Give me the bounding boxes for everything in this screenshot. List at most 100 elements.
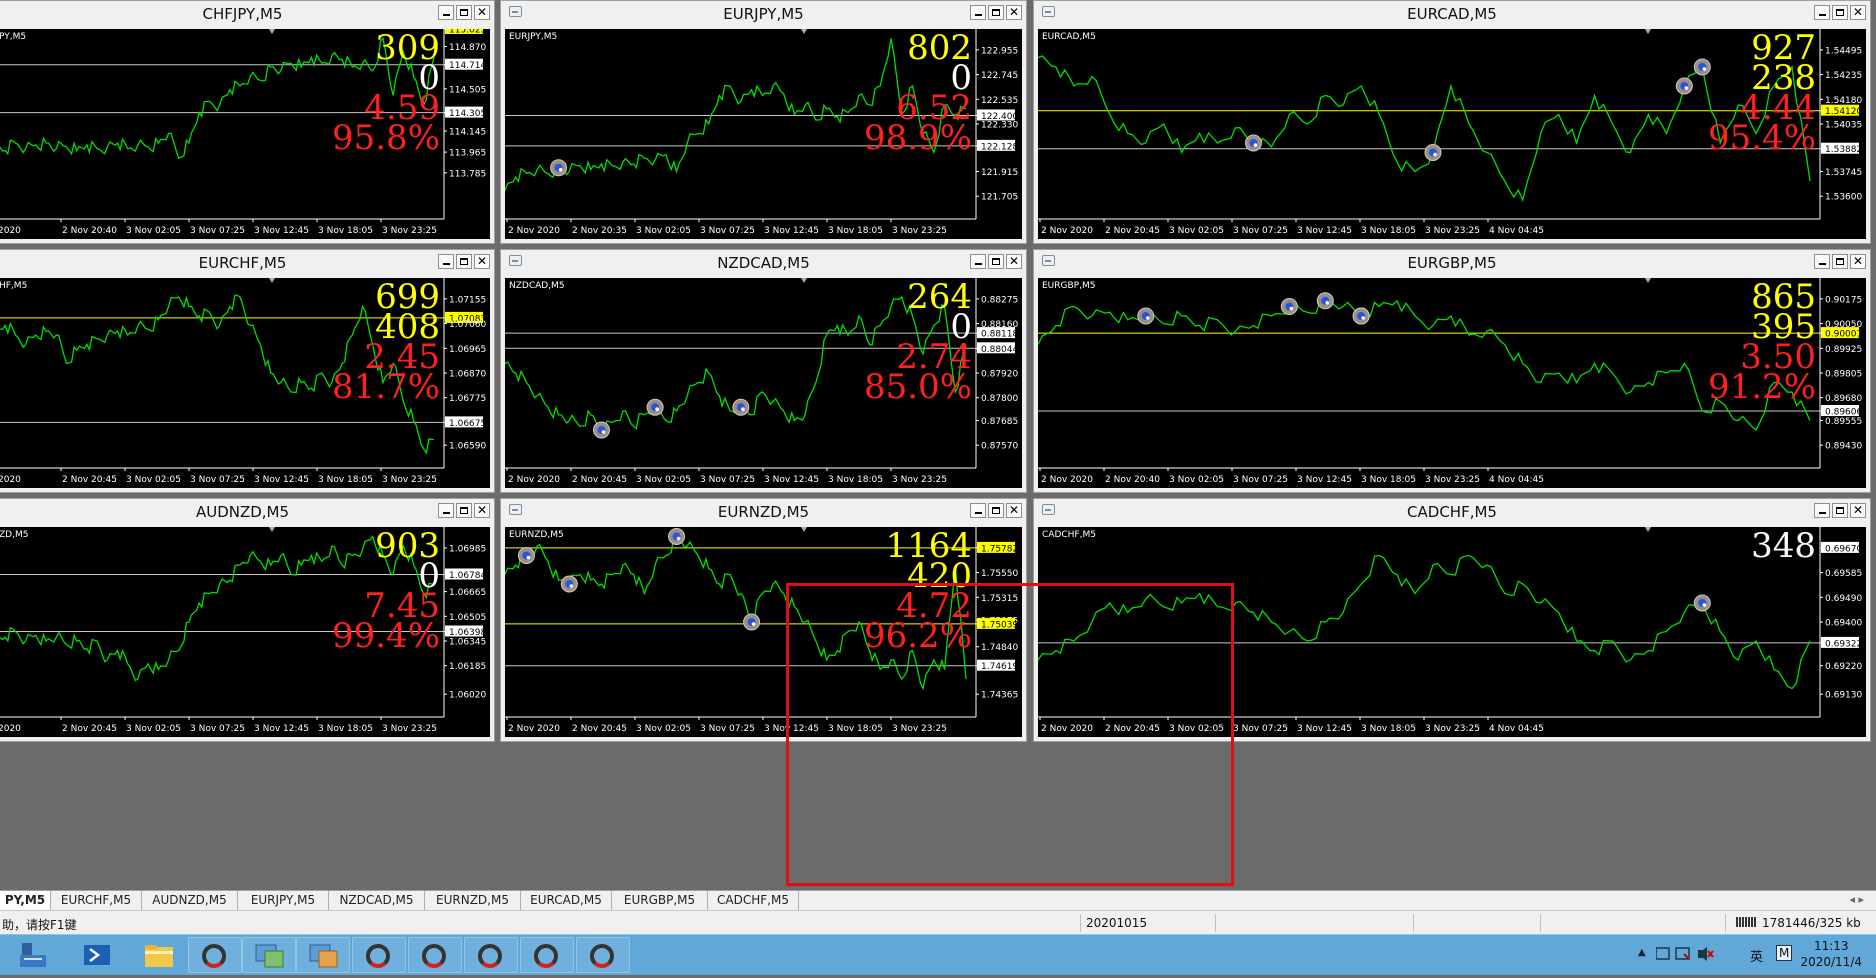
chart-window-titlebar[interactable]: EURNZD,M5 ✕ bbox=[501, 499, 1026, 523]
trade-marker-icon[interactable] bbox=[517, 547, 535, 564]
tray-language[interactable]: 英 bbox=[1750, 946, 1763, 965]
trade-marker-icon[interactable] bbox=[668, 528, 686, 545]
taskbar-file-explorer[interactable] bbox=[132, 937, 186, 973]
trade-marker-icon[interactable] bbox=[550, 159, 568, 177]
chart-shift-marker-icon[interactable] bbox=[1645, 278, 1651, 283]
minimize-button[interactable] bbox=[970, 503, 986, 518]
trade-marker-icon[interactable] bbox=[646, 398, 664, 416]
chart-tab-eurnzd-m5[interactable]: EURNZD,M5 bbox=[425, 891, 521, 910]
chart-tab-py-m5[interactable]: PY,M5 bbox=[0, 891, 51, 910]
price-chart[interactable]: PY,M5 115.023 114.870 114.714 114.505 114.305… bbox=[0, 29, 490, 239]
taskbar-mt4-2[interactable] bbox=[352, 937, 406, 973]
trade-marker-icon[interactable] bbox=[743, 613, 761, 631]
maximize-button[interactable] bbox=[456, 254, 472, 269]
chart-window-titlebar[interactable]: EURCHF,M5 ✕ bbox=[0, 250, 494, 274]
maximize-button[interactable] bbox=[456, 503, 472, 518]
chart-window-eurnzd[interactable]: EURNZD,M5 ✕ EURNZD,M5 1.75782 1.75550 1.75315… bbox=[500, 498, 1027, 742]
chart-shift-marker-icon[interactable] bbox=[1645, 527, 1651, 532]
tray-ime-mode[interactable]: M bbox=[1776, 945, 1793, 961]
trade-marker-icon[interactable] bbox=[1693, 594, 1711, 612]
trade-marker-icon[interactable] bbox=[1280, 298, 1298, 315]
close-button[interactable]: ✕ bbox=[1006, 254, 1022, 269]
price-chart[interactable]: EURGBP,M5 0.90175 0.90050 0.90001 0.89925 0.8… bbox=[1038, 278, 1866, 488]
close-button[interactable]: ✕ bbox=[1850, 5, 1866, 20]
maximize-button[interactable] bbox=[988, 503, 1004, 518]
chart-shift-marker-icon[interactable] bbox=[801, 278, 807, 283]
chart-window-titlebar[interactable]: CADCHF,M5 ✕ bbox=[1034, 499, 1870, 523]
chart-window-chfjpy[interactable]: CHFJPY,M5 ✕ PY,M5 115.023 114.870 114.714 114.… bbox=[0, 0, 495, 244]
chart-window-titlebar[interactable]: EURJPY,M5 ✕ bbox=[501, 1, 1026, 25]
trade-marker-icon[interactable] bbox=[592, 421, 610, 439]
chart-shift-marker-icon[interactable] bbox=[1645, 29, 1651, 34]
maximize-button[interactable] bbox=[1832, 5, 1848, 20]
chart-window-nzdcad[interactable]: NZDCAD,M5 ✕ NZDCAD,M5 0.88275 0.88160 0.88118… bbox=[500, 249, 1027, 493]
close-button[interactable]: ✕ bbox=[1006, 503, 1022, 518]
chart-tab-eurcad-m5[interactable]: EURCAD,M5 bbox=[521, 891, 612, 910]
minimize-button[interactable] bbox=[438, 503, 454, 518]
trade-marker-icon[interactable] bbox=[1693, 58, 1711, 76]
close-button[interactable]: ✕ bbox=[474, 5, 490, 20]
trade-marker-icon[interactable] bbox=[732, 398, 750, 416]
price-chart[interactable]: CADCHF,M5 0.69670 0.69585 0.69490 0.69400 0.6… bbox=[1038, 527, 1866, 737]
tab-scroll-arrows-icon[interactable]: ◂ ▸ bbox=[1849, 893, 1864, 906]
taskbar-server-manager[interactable] bbox=[6, 937, 60, 973]
minimize-button[interactable] bbox=[1814, 503, 1830, 518]
maximize-button[interactable] bbox=[1832, 503, 1848, 518]
close-button[interactable]: ✕ bbox=[1850, 503, 1866, 518]
chart-window-titlebar[interactable]: EURGBP,M5 ✕ bbox=[1034, 250, 1870, 274]
maximize-button[interactable] bbox=[988, 5, 1004, 20]
taskbar-remote-desktop-2[interactable] bbox=[296, 937, 350, 973]
minimize-button[interactable] bbox=[1814, 5, 1830, 20]
trade-marker-icon[interactable] bbox=[1424, 144, 1442, 161]
trade-marker-icon[interactable] bbox=[1352, 307, 1370, 325]
trade-marker-icon[interactable] bbox=[1244, 134, 1262, 152]
price-chart[interactable]: EURCAD,M5 1.54495 1.54235 1.54180 1.54120 1.5… bbox=[1038, 29, 1866, 239]
chart-shift-marker-icon[interactable] bbox=[801, 29, 807, 34]
chart-tab-eurchf-m5[interactable]: EURCHF,M5 bbox=[51, 891, 142, 910]
price-chart[interactable]: ZD,M5 1.06985 1.06784 1.06665 1.06505 1.06398… bbox=[0, 527, 490, 737]
close-button[interactable]: ✕ bbox=[474, 503, 490, 518]
chart-tab-audnzd-m5[interactable]: AUDNZD,M5 bbox=[142, 891, 238, 910]
price-chart[interactable]: EURJPY,M5 122.955 122.745 122.535 122.400 122… bbox=[505, 29, 1022, 239]
taskbar-powershell[interactable] bbox=[70, 937, 124, 973]
close-button[interactable]: ✕ bbox=[1850, 254, 1866, 269]
chart-window-eurchf[interactable]: EURCHF,M5 ✕ HF,M5 1.07155 1.07083 1.07060 1.06… bbox=[0, 249, 495, 493]
trade-marker-icon[interactable] bbox=[1316, 292, 1334, 310]
price-chart[interactable]: NZDCAD,M5 0.88275 0.88160 0.88118 0.88044 0.8… bbox=[505, 278, 1022, 488]
taskbar-remote-desktop-1[interactable] bbox=[242, 937, 296, 973]
taskbar-mt4-6[interactable] bbox=[576, 937, 630, 973]
chart-window-titlebar[interactable]: AUDNZD,M5 ✕ bbox=[0, 499, 494, 523]
minimize-button[interactable] bbox=[1814, 254, 1830, 269]
chart-shift-marker-icon[interactable] bbox=[269, 29, 275, 34]
chart-tab-cadchf-m5[interactable]: CADCHF,M5 bbox=[708, 891, 799, 910]
taskbar-mt4-1[interactable] bbox=[188, 937, 242, 973]
chart-tab-eurgbp-m5[interactable]: EURGBP,M5 bbox=[612, 891, 708, 910]
chart-shift-marker-icon[interactable] bbox=[269, 278, 275, 283]
taskbar-mt4-5[interactable] bbox=[520, 937, 574, 973]
chart-window-cadchf[interactable]: CADCHF,M5 ✕ CADCHF,M5 0.69670 0.69585 0.69490… bbox=[1033, 498, 1871, 742]
chart-shift-marker-icon[interactable] bbox=[801, 527, 807, 532]
tray-expand-icon[interactable]: ▲ bbox=[1638, 947, 1646, 958]
minimize-button[interactable] bbox=[970, 254, 986, 269]
taskbar-clock[interactable]: 11:13 2020/11/4 bbox=[1800, 938, 1862, 970]
chart-tab-nzdcad-m5[interactable]: NZDCAD,M5 bbox=[329, 891, 425, 910]
chart-shift-marker-icon[interactable] bbox=[269, 527, 275, 532]
close-button[interactable]: ✕ bbox=[474, 254, 490, 269]
minimize-button[interactable] bbox=[438, 254, 454, 269]
close-button[interactable]: ✕ bbox=[1006, 5, 1022, 20]
chart-window-eurcad[interactable]: EURCAD,M5 ✕ EURCAD,M5 1.54495 1.54235 1.54180… bbox=[1033, 0, 1871, 244]
trade-marker-icon[interactable] bbox=[1675, 77, 1693, 95]
trade-marker-icon[interactable] bbox=[1137, 307, 1155, 325]
chart-window-eurgbp[interactable]: EURGBP,M5 ✕ EURGBP,M5 0.90175 0.90050 0.90001… bbox=[1033, 249, 1871, 493]
chart-window-titlebar[interactable]: CHFJPY,M5 ✕ bbox=[0, 1, 494, 25]
minimize-button[interactable] bbox=[438, 5, 454, 20]
maximize-button[interactable] bbox=[456, 5, 472, 20]
chart-window-audnzd[interactable]: AUDNZD,M5 ✕ ZD,M5 1.06985 1.06784 1.06665 1.06… bbox=[0, 498, 495, 742]
chart-window-eurjpy[interactable]: EURJPY,M5 ✕ EURJPY,M5 122.955 122.745 122.535… bbox=[500, 0, 1027, 244]
chart-tab-eurjpy-m5[interactable]: EURJPY,M5 bbox=[238, 891, 329, 910]
chart-window-titlebar[interactable]: NZDCAD,M5 ✕ bbox=[501, 250, 1026, 274]
price-chart[interactable]: EURNZD,M51.757821.755501.753151.750751.7… bbox=[505, 527, 1022, 737]
chart-window-titlebar[interactable]: EURCAD,M5 ✕ bbox=[1034, 1, 1870, 25]
price-chart[interactable]: HF,M5 1.07155 1.07083 1.07060 1.06965 1.06870… bbox=[0, 278, 490, 488]
taskbar-mt4-3[interactable] bbox=[408, 937, 462, 973]
